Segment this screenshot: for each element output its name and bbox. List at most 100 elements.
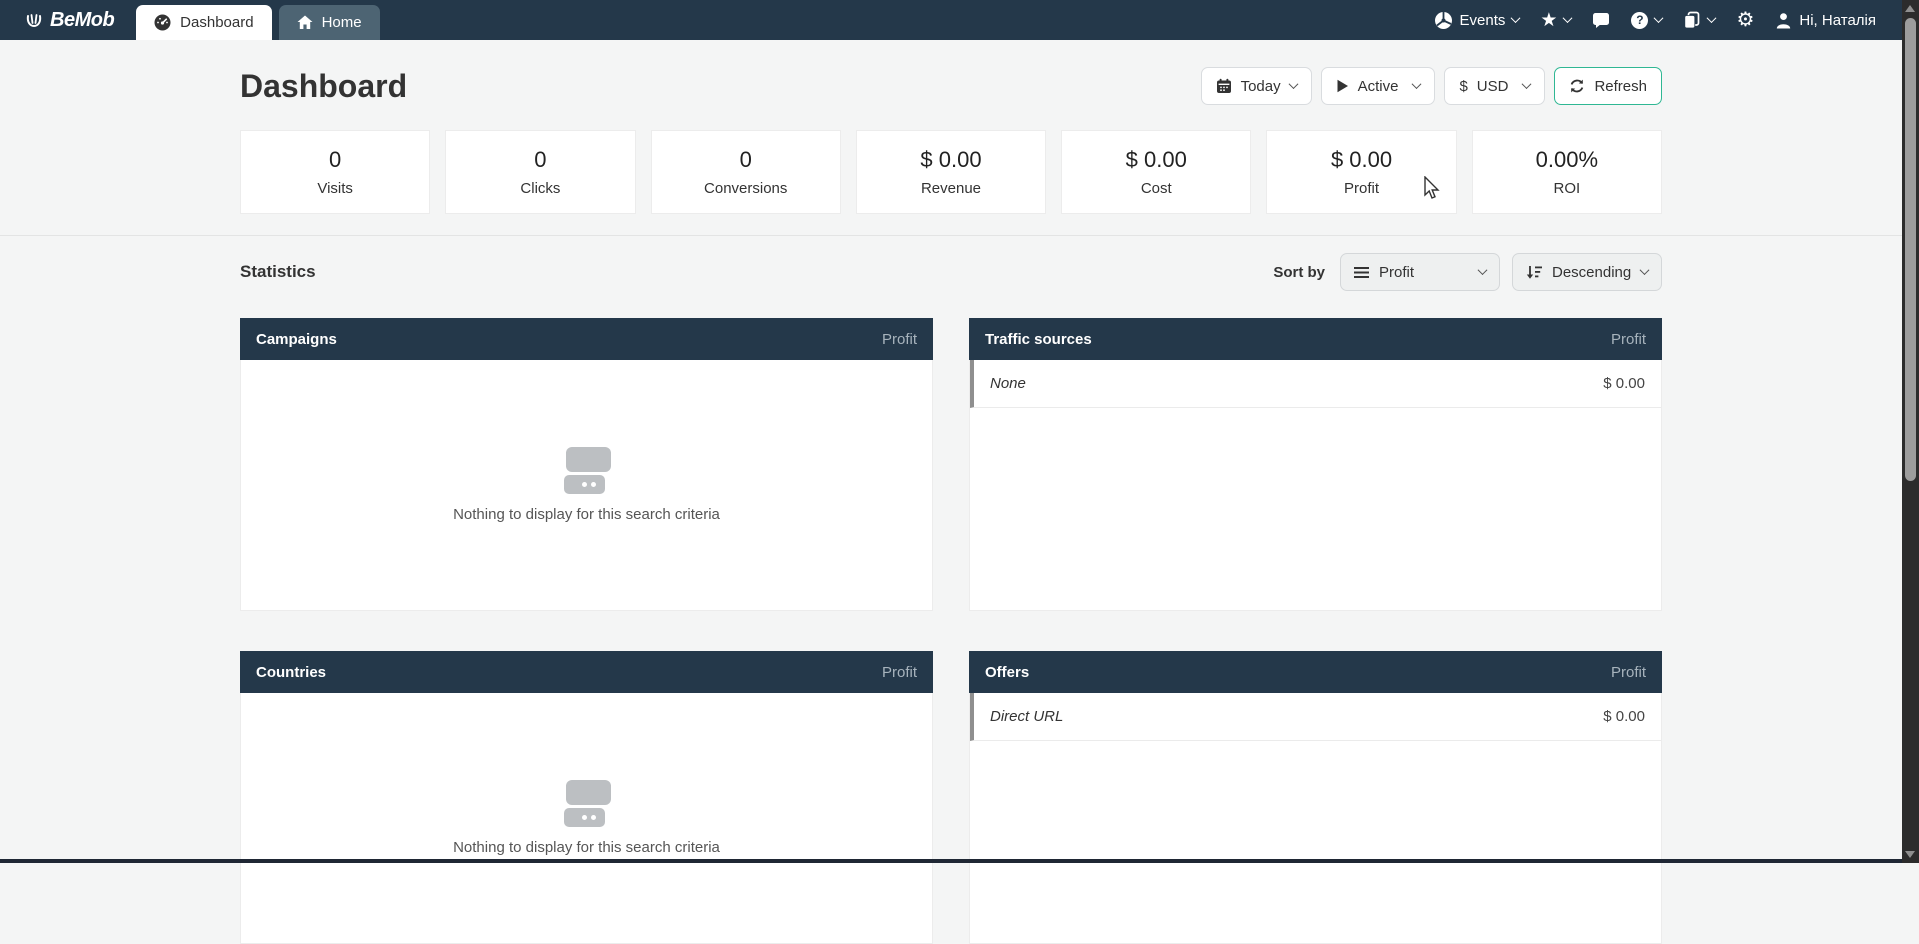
brand-name: BeMob	[50, 9, 114, 32]
refresh-button[interactable]: Refresh	[1554, 67, 1662, 105]
help-icon: ?	[1631, 12, 1648, 29]
chevron-down-icon	[1288, 79, 1298, 89]
panel-title: Traffic sources	[985, 331, 1092, 348]
stat-card-roi: 0.00% ROI	[1472, 130, 1662, 214]
row-name: Direct URL	[990, 708, 1063, 725]
workspaces-menu[interactable]	[1683, 11, 1715, 29]
stat-label: Profit	[1344, 180, 1379, 197]
help-menu[interactable]: ?	[1631, 12, 1662, 29]
stat-value: $ 0.00	[1126, 147, 1187, 173]
date-range-button[interactable]: Today	[1201, 67, 1312, 105]
stat-label: Conversions	[704, 180, 787, 197]
empty-state: Nothing to display for this search crite…	[241, 693, 932, 943]
star-icon: ★	[1540, 11, 1557, 30]
navbar-tabs: Dashboard Home	[136, 0, 379, 40]
page-title: Dashboard	[240, 68, 407, 105]
sort-descending-icon	[1526, 265, 1542, 280]
bemob-logo[interactable]: BeMob	[0, 0, 136, 40]
gear-icon: ⚙	[1736, 10, 1754, 30]
window-bottom-edge	[0, 859, 1919, 863]
stat-label: ROI	[1553, 180, 1580, 197]
currency-label: USD	[1477, 78, 1509, 95]
tab-home[interactable]: Home	[279, 5, 380, 40]
stat-card-conversions: 0 Conversions	[651, 130, 841, 214]
panel-body: Nothing to display for this search crite…	[240, 693, 933, 944]
status-filter-button[interactable]: Active	[1321, 67, 1436, 105]
panel-title: Campaigns	[256, 331, 337, 348]
statistics-title: Statistics	[240, 262, 316, 282]
chevron-down-icon	[1640, 265, 1650, 275]
toolbar: Today Active $ USD	[1201, 67, 1662, 105]
statistics-panels: Campaigns Profit Nothing to display for …	[240, 318, 1662, 944]
navbar-menu: Events ★ ?	[1434, 0, 1876, 40]
stat-card-visits: 0 Visits	[240, 130, 430, 214]
empty-data-icon	[562, 447, 611, 494]
panel-metric-label: Profit	[882, 331, 917, 348]
section-divider	[0, 235, 1902, 236]
chevron-down-icon	[1563, 13, 1573, 23]
panel-header: Campaigns Profit	[240, 318, 933, 360]
panel-title: Countries	[256, 664, 326, 681]
tab-dashboard[interactable]: Dashboard	[136, 5, 271, 40]
stats-row: 0 Visits 0 Clicks 0 Conversions $ 0.00 R…	[240, 130, 1662, 214]
sort-field-value: Profit	[1379, 264, 1414, 281]
panel-header: Countries Profit	[240, 651, 933, 693]
chevron-down-icon	[1654, 13, 1664, 23]
panel-metric-label: Profit	[882, 664, 917, 681]
empty-state-text: Nothing to display for this search crite…	[453, 839, 720, 856]
home-icon	[297, 15, 313, 30]
empty-state: Nothing to display for this search crite…	[241, 360, 932, 610]
stat-card-profit: $ 0.00 Profit	[1266, 130, 1456, 214]
settings-button[interactable]: ⚙	[1736, 10, 1754, 30]
play-icon	[1336, 79, 1349, 93]
page-header: Dashboard Today	[240, 64, 1662, 108]
stack-icon	[1683, 11, 1701, 29]
refresh-label: Refresh	[1594, 78, 1647, 95]
panel-header: Traffic sources Profit	[969, 318, 1662, 360]
row-value: $ 0.00	[1603, 375, 1645, 392]
stat-value: 0	[534, 147, 546, 173]
table-row[interactable]: Direct URL $ 0.00	[970, 693, 1661, 741]
panel-metric-label: Profit	[1611, 664, 1646, 681]
events-label: Events	[1460, 12, 1506, 29]
top-navbar: BeMob Dashboard Home	[0, 0, 1919, 40]
bemob-logo-icon	[24, 10, 44, 30]
scroll-up-arrow-icon[interactable]	[1905, 5, 1915, 12]
tab-dashboard-label: Dashboard	[180, 14, 253, 31]
stat-label: Cost	[1141, 180, 1172, 197]
currency-button[interactable]: $ USD	[1444, 67, 1545, 105]
panel-title: Offers	[985, 664, 1029, 681]
scrollbar-thumb[interactable]	[1905, 18, 1916, 481]
vertical-scrollbar[interactable]	[1902, 0, 1919, 863]
dollar-icon: $	[1459, 78, 1467, 95]
sort-by-label: Sort by	[1273, 264, 1325, 281]
sort-direction-value: Descending	[1552, 264, 1631, 281]
table-row[interactable]: None $ 0.00	[970, 360, 1661, 408]
chevron-down-icon	[1511, 13, 1521, 23]
panel-offers: Offers Profit Direct URL $ 0.00	[969, 651, 1662, 944]
events-icon	[1434, 11, 1453, 30]
chevron-down-icon	[1478, 265, 1488, 275]
row-name: None	[990, 375, 1026, 392]
chat-icon	[1592, 11, 1610, 29]
stat-label: Visits	[317, 180, 353, 197]
favorites-menu[interactable]: ★	[1540, 11, 1571, 30]
sort-direction-select[interactable]: Descending	[1512, 253, 1662, 291]
feedback-button[interactable]	[1592, 11, 1610, 29]
sort-field-select[interactable]: Profit	[1340, 253, 1500, 291]
status-filter-label: Active	[1358, 78, 1399, 95]
stat-card-revenue: $ 0.00 Revenue	[856, 130, 1046, 214]
panel-body: None $ 0.00	[969, 360, 1662, 611]
stat-label: Clicks	[520, 180, 560, 197]
stat-value: 0.00%	[1536, 147, 1598, 173]
stat-value: $ 0.00	[1331, 147, 1392, 173]
stat-card-clicks: 0 Clicks	[445, 130, 635, 214]
panel-body: Nothing to display for this search crite…	[240, 360, 933, 611]
scroll-down-arrow-icon[interactable]	[1905, 851, 1915, 858]
user-menu[interactable]: Hi, Наталія	[1775, 12, 1876, 29]
tab-home-label: Home	[322, 14, 362, 31]
user-greeting: Hi, Наталія	[1799, 12, 1876, 29]
panel-countries: Countries Profit Nothing to display for …	[240, 651, 933, 944]
events-menu[interactable]: Events	[1434, 11, 1520, 30]
list-icon	[1354, 266, 1369, 279]
